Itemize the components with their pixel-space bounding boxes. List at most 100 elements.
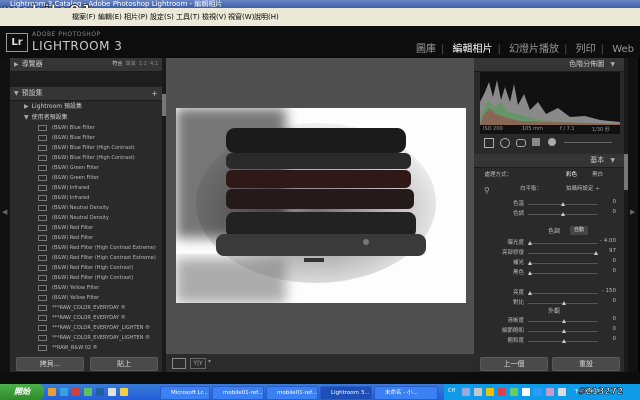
module-web[interactable]: Web [612,44,634,55]
previous-button[interactable]: 上一個 [480,357,548,371]
slider-row[interactable]: 飽和度 0 [474,336,624,346]
zoom-4-1-tab[interactable]: 4:1 [150,61,158,67]
left-panel-toggle[interactable]: ◀ [0,58,10,372]
add-preset-icon[interactable]: + [151,87,158,100]
module-develop[interactable]: 編輯相片 [453,44,493,55]
slider-value[interactable]: - 4.00 [600,238,616,244]
slider-knob[interactable] [562,319,566,323]
tray-icon-3[interactable] [486,388,494,396]
histogram[interactable]: ISO 200 105 mm f / 7.1 1/30 秒 [480,72,620,134]
preset-item[interactable]: (B&W) Neutral Density [10,203,162,213]
quicklaunch-icon-1[interactable] [48,388,56,396]
slider-value[interactable]: - 150 [602,288,616,294]
preset-item[interactable]: (B&W) Blue Filter [10,133,162,143]
preset-item[interactable]: (B&W) Infrared [10,193,162,203]
taskbar-item[interactable]: mobile01-ref... [266,386,318,400]
loupe-view-icon[interactable] [172,358,186,369]
taskbar-item[interactable]: Microsoft Lr... [160,386,210,400]
presets-header[interactable]: ▼ 預設集 + [10,87,162,101]
preset-item[interactable]: ***RAW_COLOR_EVERYDAY_LIGHTEN ® [10,323,162,333]
slider-knob[interactable] [528,241,532,245]
preset-folder-user[interactable]: ▼ 使用者預設集 [10,112,162,123]
tray-icon-1[interactable] [462,388,470,396]
treatment-color[interactable]: 彩色 [566,170,577,178]
slider-row[interactable]: 亮部修復 97 [474,248,624,258]
red-eye-icon[interactable] [516,139,526,147]
preset-folder-lightroom[interactable]: ▶ Lightroom 預設集 [10,101,162,112]
slider-track[interactable] [528,291,598,295]
copy-settings-button[interactable]: 拷貝... [16,357,84,371]
preset-item[interactable]: (B&W) Blue Filter [10,123,162,133]
slider-value[interactable]: 97 [609,248,616,254]
auto-tone-button[interactable]: 自動 [570,226,588,235]
menu-help[interactable]: 說明(H) [254,12,279,22]
before-after-button[interactable]: Y|Y [190,358,206,369]
taskbar-item[interactable]: 未命名 - 小... [374,386,438,400]
quicklaunch-icon-7[interactable] [120,388,128,396]
slider-track[interactable] [528,339,598,343]
dropdown-arrow-icon[interactable]: ▾ [208,358,211,365]
slider-row[interactable]: 補光 0 [474,258,624,268]
tray-icon-2[interactable] [474,388,482,396]
preset-item[interactable]: (B&W) Infrared [10,183,162,193]
module-library[interactable]: 圖庫 [416,44,436,55]
taskbar-item-active[interactable]: Lightroom 3... [320,386,372,400]
input-language[interactable]: CH [448,388,455,394]
quicklaunch-icon-4[interactable] [84,388,92,396]
tray-icon-4[interactable] [498,388,506,396]
menu-file[interactable]: 檔案(F) [72,12,96,22]
photo-preview[interactable] [176,108,466,303]
preset-item[interactable]: (B&W) Yellow Filter [10,293,162,303]
preset-item[interactable]: (B&W) Red Filter [10,223,162,233]
slider-row[interactable]: 黑色 0 [474,268,624,278]
image-canvas[interactable] [166,58,474,354]
tray-icon-7[interactable] [534,388,542,396]
preset-item[interactable]: (B&W) Yellow Filter [10,283,162,293]
slider-row[interactable]: 清晰度 0 [474,316,624,326]
preset-item[interactable]: (B&W) Red Filter (High Contrast) [10,273,162,283]
zoom-fit-tab[interactable]: 符合 [112,61,122,67]
slider-value[interactable]: 0 [613,268,617,274]
menu-window[interactable]: 視窗(W) [228,12,254,22]
slider-track[interactable] [528,329,598,333]
temp-slider-knob[interactable] [561,202,565,206]
temp-value[interactable]: 0 [613,199,617,205]
slider-track[interactable] [528,271,598,275]
slider-value[interactable]: 0 [613,298,617,304]
preset-item[interactable]: ***RAW_COLOR_EVERYDAY ® [10,303,162,313]
slider-knob[interactable] [562,329,566,333]
module-slideshow[interactable]: 幻燈片播放 [509,44,559,55]
slider-track[interactable] [528,319,598,323]
preset-item[interactable]: ***RAW_COLOR_EVERYDAY ® [10,313,162,323]
tint-value[interactable]: 0 [613,209,617,215]
slider-value[interactable]: 0 [613,326,617,332]
slider-knob[interactable] [562,339,566,343]
quicklaunch-icon-3[interactable] [72,388,80,396]
preset-item[interactable]: **RAW_B&W 02 ® [10,343,162,353]
start-button[interactable]: 開始 [0,384,44,400]
quicklaunch-icon-5[interactable] [96,388,104,396]
right-panel-toggle[interactable]: ▶ [628,58,638,372]
tint-slider-knob[interactable] [561,212,565,216]
preset-item[interactable]: ***RAW_COLOR_EVERYDAY_LIGHTEN ® [10,333,162,343]
slider-knob[interactable] [528,261,532,265]
menu-settings[interactable]: 設定(S) [150,12,174,22]
slider-track[interactable] [528,261,598,265]
zoom-1-1-tab[interactable]: 1:1 [139,61,147,67]
menu-view[interactable]: 檢視(V) [202,12,226,22]
preset-item[interactable]: (B&W) Green Filter [10,173,162,183]
histogram-header[interactable]: 色階分佈圖 ▼ [474,58,624,72]
paste-settings-button[interactable]: 貼上 [90,357,158,371]
menu-tools[interactable]: 工具(T) [176,12,200,22]
wb-dropdown[interactable]: 拍攝時設定 ÷ [566,184,600,192]
adjustment-brush-icon[interactable] [548,138,556,146]
crop-tool-icon[interactable] [484,138,494,148]
slider-knob[interactable] [593,251,598,255]
slider-value[interactable]: 0 [613,336,617,342]
taskbar-item[interactable]: mobile01-ref... [212,386,264,400]
preset-item[interactable]: (B&W) Red Filter (High Contrast) [10,263,162,273]
preset-item[interactable]: (B&W) Red Filter (High Contrast Extreme) [10,243,162,253]
slider-track[interactable] [528,301,598,305]
quicklaunch-icon-2[interactable] [60,388,68,396]
graduated-filter-icon[interactable] [532,138,540,146]
